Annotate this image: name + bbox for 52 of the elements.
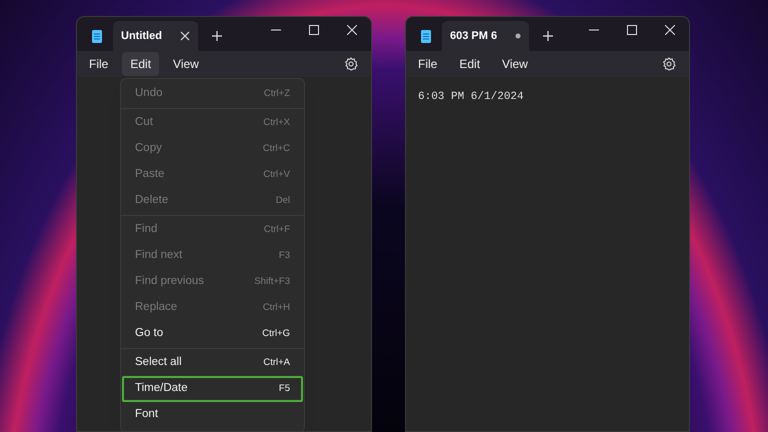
option-label: Replace xyxy=(135,300,178,316)
tab[interactable]: Untitled xyxy=(113,21,198,51)
shortcut-text: Ctrl+A xyxy=(263,356,290,370)
menu-item[interactable]: File xyxy=(410,52,446,76)
tab[interactable]: 603 PM 6 xyxy=(442,21,530,51)
plus-icon xyxy=(212,31,222,41)
settings-icon xyxy=(662,57,676,71)
menu-item[interactable]: View xyxy=(165,52,207,76)
shortcut-text: Ctrl+X xyxy=(263,116,290,130)
option-label: Delete xyxy=(135,193,168,208)
close-icon xyxy=(347,25,357,35)
close-icon xyxy=(665,25,675,35)
tab-title: 603 PM 6 xyxy=(450,28,498,44)
option-label: Find next xyxy=(135,248,182,264)
menu-item[interactable]: Edit xyxy=(122,52,160,76)
shortcut-text: Ctrl+V xyxy=(263,168,290,182)
maximize-icon xyxy=(309,25,319,35)
menu-option[interactable]: Select all Ctrl+A xyxy=(122,350,303,376)
unsaved-dot-icon xyxy=(515,33,522,39)
settings-icon xyxy=(344,57,358,71)
option-label: Paste xyxy=(135,167,164,182)
option-label: Go to xyxy=(135,326,164,342)
shortcut-text: F5 xyxy=(278,382,290,396)
option-label: Time/Date xyxy=(135,381,188,396)
menu-option[interactable]: Go to Ctrl+G xyxy=(122,321,303,347)
option-label: Cut xyxy=(135,115,153,130)
menu-item[interactable]: File xyxy=(81,52,116,76)
menu-option[interactable]: Time/Date F5 xyxy=(122,376,303,402)
option-label: Copy xyxy=(135,141,162,156)
option-label: Find previous xyxy=(135,274,204,290)
shortcut-text: Ctrl+G xyxy=(262,326,290,341)
maximize-icon xyxy=(627,25,637,35)
shortcut-text: Ctrl+Z xyxy=(264,86,290,101)
option-label: Font xyxy=(135,407,158,422)
plus-icon xyxy=(543,31,554,41)
option-label: Undo xyxy=(135,86,162,102)
shortcut-text: Ctrl+C xyxy=(262,142,290,156)
shortcut-text: F3 xyxy=(278,248,290,263)
notepad-icon xyxy=(420,30,432,43)
option-label: Select all xyxy=(135,355,182,370)
menu-item[interactable]: View xyxy=(494,52,536,76)
shortcut-text: Ctrl+H xyxy=(262,300,290,315)
tab-title: Untitled xyxy=(121,28,163,44)
document-text: 6:03 PM 6/1/2024 xyxy=(418,90,525,105)
option-label: Find xyxy=(135,222,158,238)
menu-item[interactable]: Edit xyxy=(451,52,488,76)
menu-option[interactable]: Font xyxy=(122,402,303,428)
shortcut-text: Shift+F3 xyxy=(254,274,290,289)
close-icon xyxy=(180,31,190,41)
shortcut-text: Del xyxy=(276,194,290,208)
shortcut-text: Ctrl+F xyxy=(264,222,290,237)
notepad-icon xyxy=(91,30,103,43)
